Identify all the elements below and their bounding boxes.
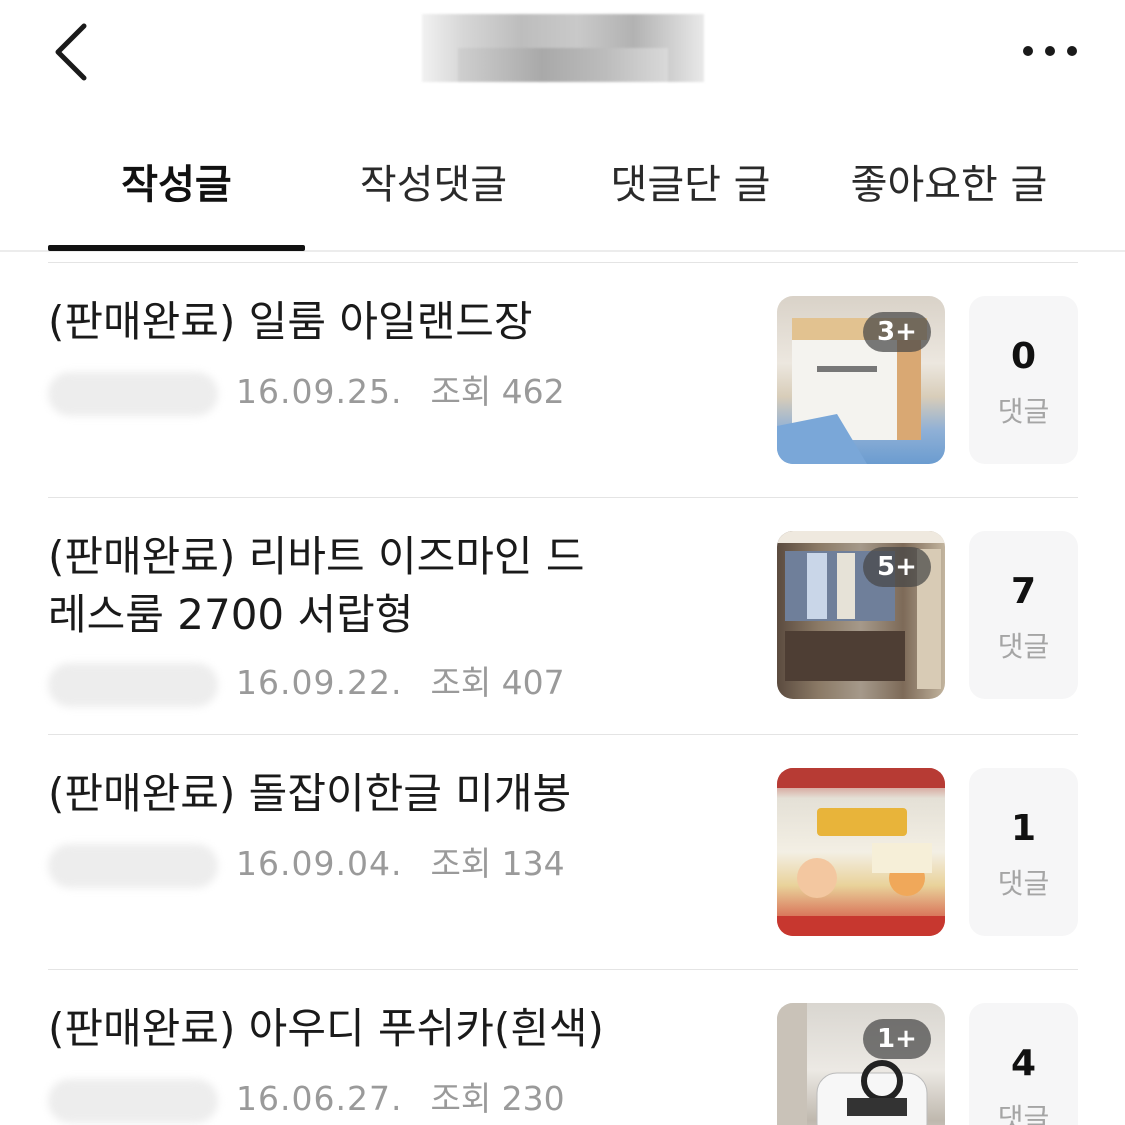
post-date: 16.09.04. bbox=[236, 844, 403, 883]
comment-count-box[interactable]: 7 댓글 bbox=[969, 531, 1078, 699]
comment-count: 4 bbox=[1010, 1043, 1037, 1084]
post-meta: 16.09.22. 조회 407 bbox=[48, 656, 565, 707]
more-dot bbox=[1045, 46, 1055, 56]
image-count-badge: 5+ bbox=[863, 547, 931, 587]
image-count-badge: 3+ bbox=[863, 312, 931, 352]
tab-my-posts[interactable]: 작성글 bbox=[48, 150, 305, 220]
blurred-author bbox=[48, 1078, 218, 1123]
post-title: (판매완료) 리바트 이즈마인 드레스룸 2700 서랍형 bbox=[48, 532, 585, 639]
post-thumbnail[interactable]: 5+ bbox=[777, 531, 945, 699]
post-views: 조회 134 bbox=[430, 844, 565, 883]
comment-count: 1 bbox=[1010, 808, 1037, 849]
post-meta: 16.06.27. 조회 230 bbox=[48, 1072, 565, 1123]
comment-label: 댓글 bbox=[997, 395, 1050, 428]
back-button[interactable] bbox=[40, 14, 110, 90]
tab-commented-posts[interactable]: 댓글단 글 bbox=[562, 150, 819, 220]
more-horizontal-icon bbox=[1023, 46, 1033, 56]
tab-my-comments[interactable]: 작성댓글 bbox=[305, 150, 562, 220]
chevron-left-icon bbox=[55, 23, 87, 81]
comment-count-box[interactable]: 1 댓글 bbox=[969, 768, 1078, 936]
post-list: (판매완료) 일룸 아일랜드장 16.09.25. 조회 462 3+ 0 댓글 bbox=[48, 262, 1078, 1125]
comment-label: 댓글 bbox=[997, 867, 1050, 900]
comment-count-box[interactable]: 4 댓글 bbox=[969, 1003, 1078, 1125]
comment-count-box[interactable]: 0 댓글 bbox=[969, 296, 1078, 464]
post-thumbnail[interactable]: 1+ bbox=[777, 1003, 945, 1125]
top-bar bbox=[0, 0, 1125, 110]
post-views: 조회 407 bbox=[430, 663, 565, 702]
list-item[interactable]: (판매완료) 아우디 푸쉬카(흰색) 16.06.27. 조회 230 1+ 4 … bbox=[48, 969, 1078, 1125]
post-meta: 16.09.04. 조회 134 bbox=[48, 837, 565, 888]
more-button[interactable] bbox=[1015, 30, 1085, 70]
post-date: 16.09.25. bbox=[236, 372, 403, 411]
blurred-author bbox=[48, 662, 218, 707]
thumbnail-image bbox=[777, 768, 945, 936]
tab-bar: 작성글 작성댓글 댓글단 글 좋아요한 글 bbox=[0, 130, 1125, 252]
page: 작성글 작성댓글 댓글단 글 좋아요한 글 (판매완료) 일룸 아일랜드장 16… bbox=[0, 0, 1125, 1125]
blurred-title bbox=[422, 14, 704, 82]
post-title: (판매완료) 아우디 푸쉬카(흰색) bbox=[48, 1004, 604, 1053]
more-dot bbox=[1067, 46, 1077, 56]
post-thumbnail[interactable]: 3+ bbox=[777, 296, 945, 464]
post-date: 16.06.27. bbox=[236, 1079, 403, 1118]
tab-liked-posts[interactable]: 좋아요한 글 bbox=[819, 150, 1079, 220]
post-date: 16.09.22. bbox=[236, 663, 403, 702]
list-item[interactable]: (판매완료) 일룸 아일랜드장 16.09.25. 조회 462 3+ 0 댓글 bbox=[48, 262, 1078, 497]
post-thumbnail[interactable] bbox=[777, 768, 945, 936]
list-item[interactable]: (판매완료) 돌잡이한글 미개봉 16.09.04. 조회 134 1 댓글 bbox=[48, 734, 1078, 969]
comment-count: 0 bbox=[1010, 336, 1037, 377]
list-item[interactable]: (판매완료) 리바트 이즈마인 드레스룸 2700 서랍형 16.09.22. 조… bbox=[48, 497, 1078, 734]
blurred-author bbox=[48, 843, 218, 888]
post-title: (판매완료) 돌잡이한글 미개봉 bbox=[48, 769, 572, 818]
comment-label: 댓글 bbox=[997, 1102, 1050, 1125]
post-views: 조회 230 bbox=[430, 1079, 565, 1118]
post-meta: 16.09.25. 조회 462 bbox=[48, 365, 565, 416]
image-count-badge: 1+ bbox=[863, 1019, 931, 1059]
active-tab-indicator bbox=[48, 245, 305, 251]
blurred-author bbox=[48, 371, 218, 416]
comment-count: 7 bbox=[1010, 571, 1037, 612]
post-title: (판매완료) 일룸 아일랜드장 bbox=[48, 297, 533, 346]
post-views: 조회 462 bbox=[430, 372, 565, 411]
comment-label: 댓글 bbox=[997, 630, 1050, 663]
